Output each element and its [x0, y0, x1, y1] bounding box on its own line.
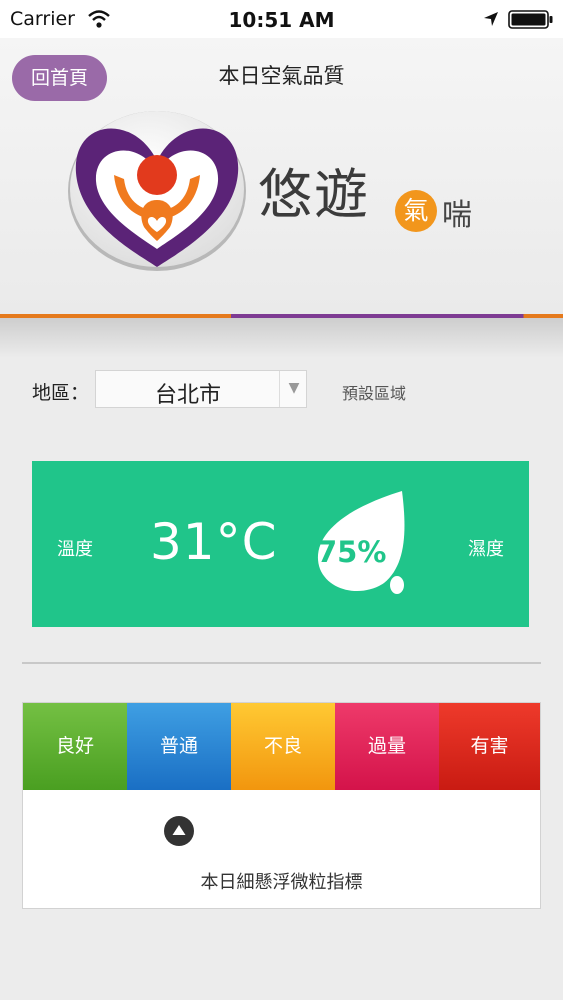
weather-panel: 溫度 31°C 75% 濕度	[32, 461, 529, 627]
brand-tail: 喘	[442, 198, 472, 233]
humidity-value: 75%	[317, 535, 387, 569]
region-selected-value: 台北市	[154, 383, 221, 408]
page-title: 本日空氣品質	[218, 64, 345, 88]
header-shadow	[0, 318, 563, 358]
location-arrow-icon	[484, 12, 498, 26]
dropdown-arrow-icon: ▼	[288, 380, 300, 396]
humidity-label: 濕度	[468, 539, 504, 560]
temperature-value: 31°C	[150, 513, 278, 571]
triangle-up-icon	[172, 825, 186, 835]
brand-badge: 氣	[395, 190, 437, 232]
air-quality-card: 良好 普通 不良 過量 有害 本日細懸浮微粒指標	[22, 702, 541, 909]
default-region-link[interactable]: 預設區域	[342, 380, 406, 404]
section-divider	[22, 662, 541, 664]
aq-level-moderate: 普通	[127, 703, 231, 790]
aq-level-hazardous: 有害	[439, 703, 540, 790]
heart-hands-logo	[68, 111, 246, 271]
battery-icon	[508, 10, 553, 29]
region-select[interactable]: 台北市 ▼	[95, 370, 307, 408]
aq-level-excessive: 過量	[335, 703, 439, 790]
aq-caption: 本日細懸浮微粒指標	[200, 872, 363, 893]
status-bar: Carrier 10:51 AM	[0, 0, 563, 38]
aq-level-poor: 不良	[231, 703, 335, 790]
clock: 10:51 AM	[228, 8, 335, 32]
aq-level-good: 良好	[23, 703, 127, 790]
temperature-label: 溫度	[57, 539, 93, 560]
region-label: 地區：	[32, 382, 90, 404]
aq-level-marker	[164, 816, 194, 846]
select-divider	[279, 371, 280, 407]
brand-name: 悠遊	[258, 163, 370, 226]
